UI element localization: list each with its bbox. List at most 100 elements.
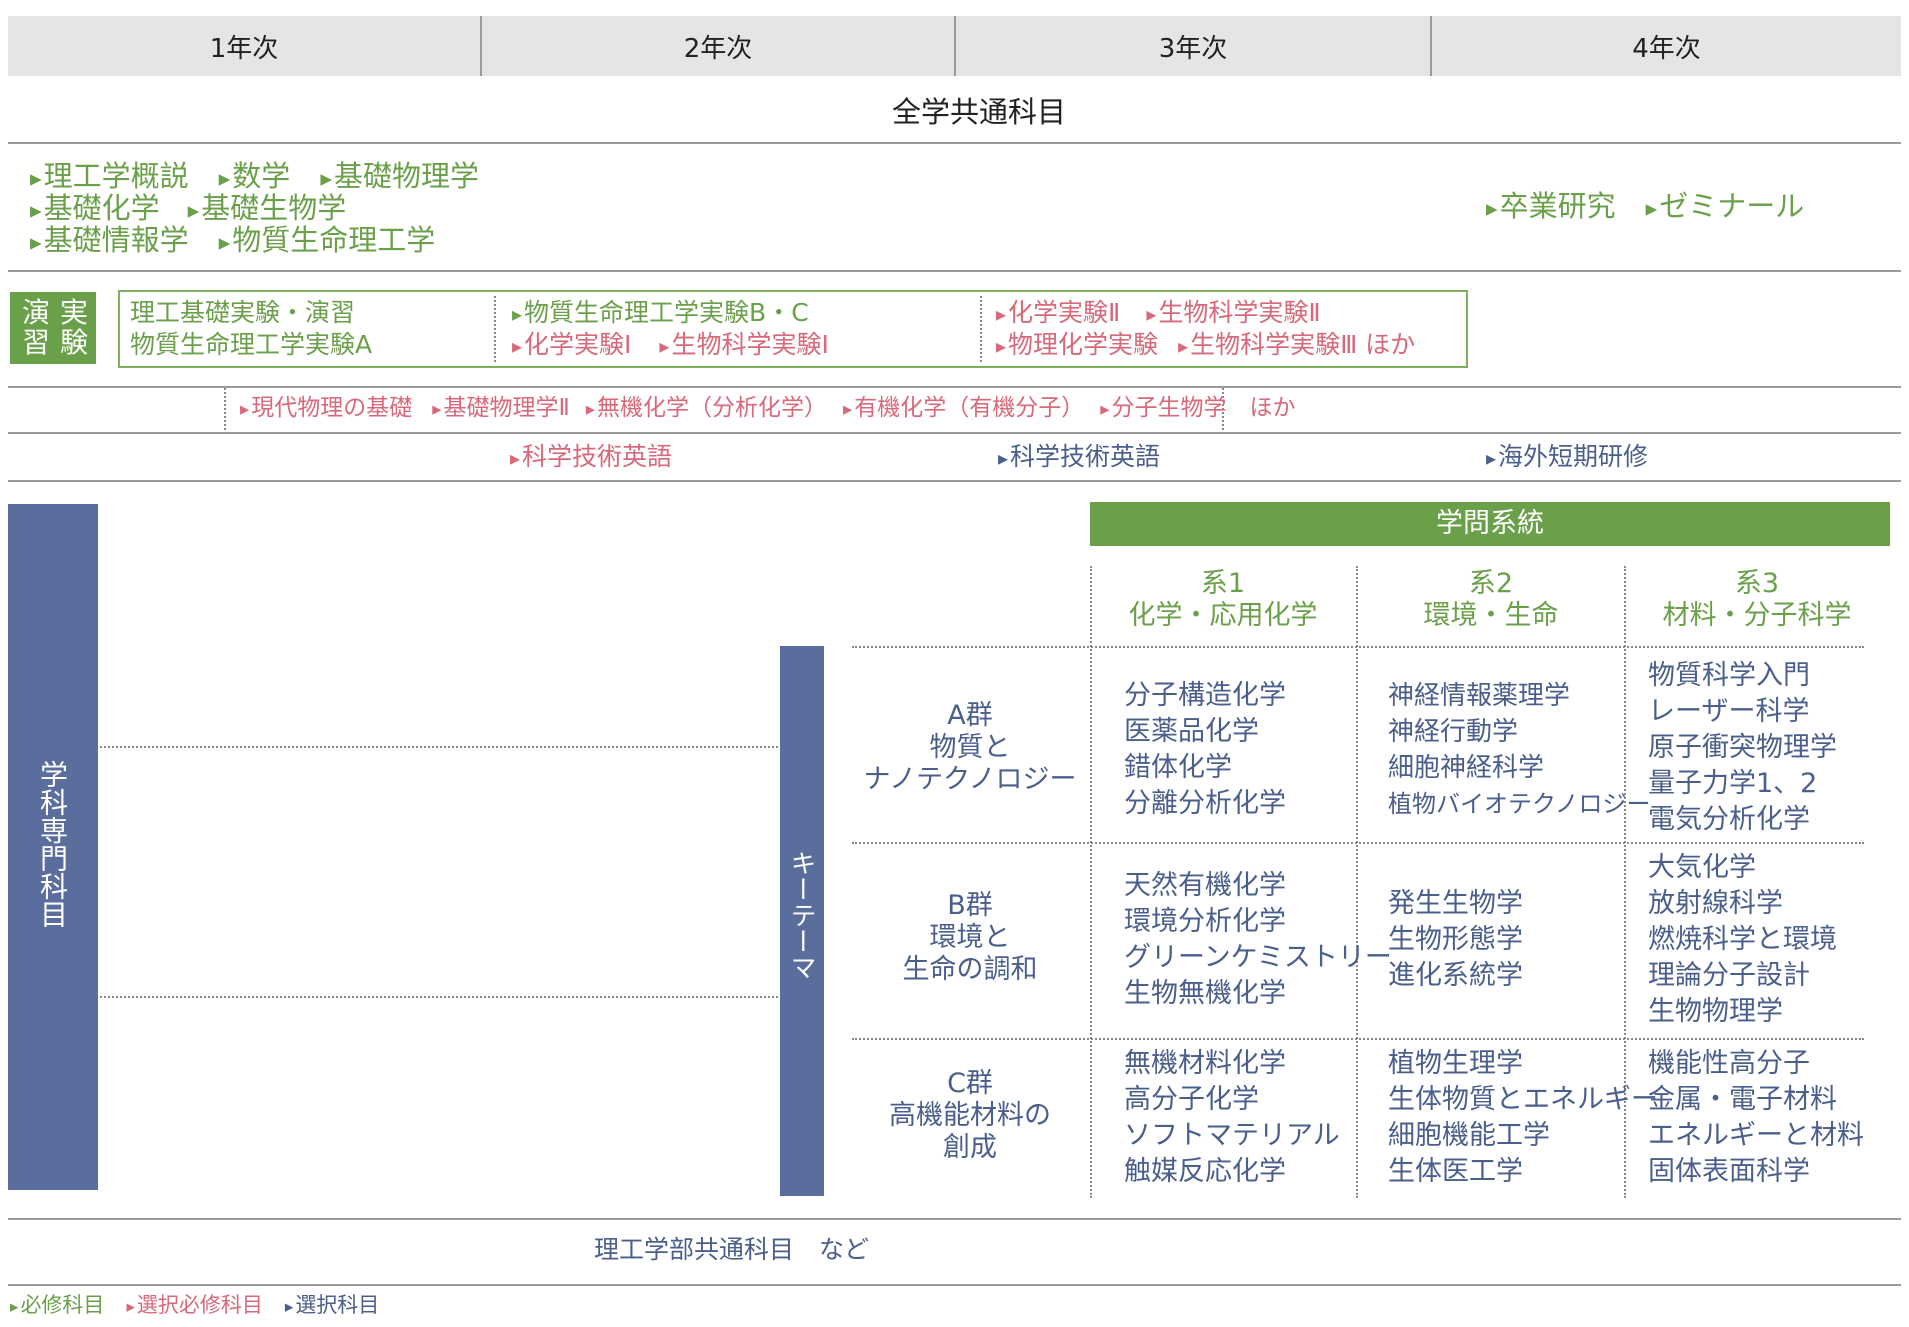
practice-course: 生物科学実験Ⅰ: [659, 330, 828, 359]
specialty-label: 学科専門科目: [36, 760, 69, 928]
group-b-label: B群 環境と 生命の調和: [852, 890, 1088, 986]
course: 金属・電子材料: [1648, 1084, 1837, 1115]
course: 理工学概説: [30, 159, 189, 193]
practice-divider: [494, 296, 496, 362]
practice-label-char: 験: [60, 326, 89, 359]
group-line: B群: [947, 890, 993, 921]
course: 生物無機化学: [1124, 978, 1286, 1009]
group-line: 環境と: [929, 922, 1011, 953]
year-3-header: 3年次: [956, 16, 1430, 76]
group-connector: [100, 746, 778, 748]
practice-course: 理工基礎実験・演習: [130, 298, 356, 327]
divider: [8, 270, 1901, 272]
course: 無機材料化学: [1124, 1048, 1286, 1079]
discipline-header-label: 学問系統: [1436, 508, 1544, 539]
common-row-3: 基礎情報学物質生命理工学: [30, 223, 436, 259]
course: 物質生命理工学: [219, 223, 436, 257]
course: 神経行動学: [1388, 717, 1519, 747]
course: 植物バイオテクノロジー: [1388, 790, 1651, 818]
system-1-header: 系1 化学・応用化学: [1090, 568, 1356, 632]
year-1-label: 1年次: [209, 33, 279, 64]
course: 理論分子設計: [1648, 960, 1810, 991]
common-row-1: 理工学概説数学基礎物理学: [30, 159, 479, 195]
practice-row: 化学実験Ⅱ 生物科学実験Ⅱ: [996, 298, 1321, 328]
course: 大気化学: [1648, 852, 1756, 883]
divider: [8, 480, 1901, 482]
course: 科学技術英語: [510, 443, 672, 472]
practice-course: 生物科学実験Ⅱ: [1146, 298, 1320, 327]
system-num: 系3: [1734, 568, 1780, 599]
group-line: 生命の調和: [902, 954, 1038, 985]
course: エネルギーと材料: [1648, 1120, 1864, 1151]
group-line: 創成: [943, 1132, 997, 1163]
year-2-header: 2年次: [482, 16, 954, 76]
cell-a-2: 神経情報薬理学 神経行動学 細胞神経科学 植物バイオテクノロジー: [1388, 678, 1651, 822]
course: 生体物質とエネルギー: [1388, 1084, 1658, 1115]
legend: 必修科目選択必修科目選択科目: [10, 1292, 379, 1319]
course: ゼミナール: [1646, 189, 1805, 223]
group-line: 高機能材料の: [889, 1100, 1051, 1131]
course: 植物生理学: [1388, 1048, 1523, 1079]
faculty-common: 理工学部共通科目 など: [594, 1235, 870, 1264]
course: 数学: [219, 159, 291, 193]
course: 神経情報薬理学: [1388, 681, 1571, 711]
practice-row: 物理化学実験生物科学実験Ⅲ ほか: [996, 330, 1415, 360]
course: 無機化学（分析化学）: [586, 395, 827, 421]
course: 固体表面科学: [1648, 1156, 1810, 1187]
system-name: 環境・生命: [1423, 600, 1559, 631]
course: 基礎物理学Ⅱ: [432, 395, 570, 421]
divider: [8, 142, 1901, 144]
cell-b-2: 発生生物学 生物形態学 進化系統学: [1388, 886, 1523, 994]
cell-a-1: 分子構造化学 医薬品化学 錯体化学 分離分析化学: [1124, 678, 1286, 822]
practice-row: 化学実験Ⅰ 生物科学実験Ⅰ: [512, 330, 829, 360]
system-2-header: 系2 環境・生命: [1358, 568, 1624, 632]
course: 物質科学入門: [1648, 660, 1810, 691]
course: 進化系統学: [1388, 960, 1523, 991]
course: 量子力学1、2: [1648, 768, 1818, 799]
cell-c-2: 植物生理学 生体物質とエネルギー 細胞機能工学 生体医工学: [1388, 1046, 1658, 1190]
legend-required: 必修科目: [10, 1293, 104, 1317]
course: 生物形態学: [1388, 924, 1523, 955]
group-a-label: A群 物質と ナノテクノロジー: [852, 700, 1088, 796]
divider: [8, 1218, 1901, 1220]
group-line: A群: [947, 700, 993, 731]
cell-a-3: 物質科学入門 レーザー科学 原子衝突物理学 量子力学1、2 電気分析化学: [1648, 658, 1837, 838]
system-name: 化学・応用化学: [1128, 600, 1318, 631]
common-subjects-title: 全学共通科目: [891, 95, 1066, 129]
cell-b-1: 天然有機化学 環境分析化学 グリーンケミストリー 生物無機化学: [1124, 868, 1392, 1012]
year-1-header: 1年次: [8, 16, 480, 76]
course: 発生生物学: [1388, 888, 1523, 919]
system-num: 系1: [1200, 568, 1246, 599]
common-row-2: 基礎化学基礎生物学: [30, 191, 347, 227]
practice-course: 生物科学実験Ⅲ ほか: [1178, 330, 1415, 359]
group-connector: [100, 996, 778, 998]
course: 基礎生物学: [188, 191, 347, 225]
group-line: C群: [947, 1068, 993, 1099]
system-name: 材料・分子科学: [1662, 600, 1852, 631]
course: 海外短期研修: [1486, 443, 1648, 472]
group-line: 物質と: [929, 732, 1011, 763]
course: 分離分析化学: [1124, 788, 1286, 819]
system-num: 系2: [1468, 568, 1514, 599]
elective-bound: [224, 388, 226, 430]
course: 細胞機能工学: [1388, 1120, 1550, 1151]
course: 電気分析化学: [1648, 804, 1810, 835]
course: 生物物理学: [1648, 996, 1783, 1027]
course: 生体医工学: [1388, 1156, 1523, 1187]
practice-divider: [980, 296, 982, 362]
grid-line: [1090, 566, 1092, 1198]
practice-course: 化学実験Ⅰ: [512, 330, 631, 359]
course: 基礎物理学: [320, 159, 479, 193]
practice-course: 物質生命理工学実験B・C: [512, 299, 809, 328]
practice-course: 物質生命理工学実験A: [130, 330, 373, 359]
practice-course: 化学実験Ⅱ: [996, 298, 1120, 327]
course: 細胞神経科学: [1388, 753, 1545, 783]
divider: [8, 1284, 1901, 1286]
grid-line: [852, 646, 1864, 648]
course: 基礎情報学: [30, 223, 189, 257]
course: 原子衝突物理学: [1648, 732, 1837, 763]
practice-label: 演 実 習 験: [10, 292, 96, 364]
year-4-header: 4年次: [1432, 16, 1901, 76]
legend-elective: 選択科目: [285, 1293, 379, 1317]
discipline-header: 学問系統: [1090, 502, 1890, 546]
